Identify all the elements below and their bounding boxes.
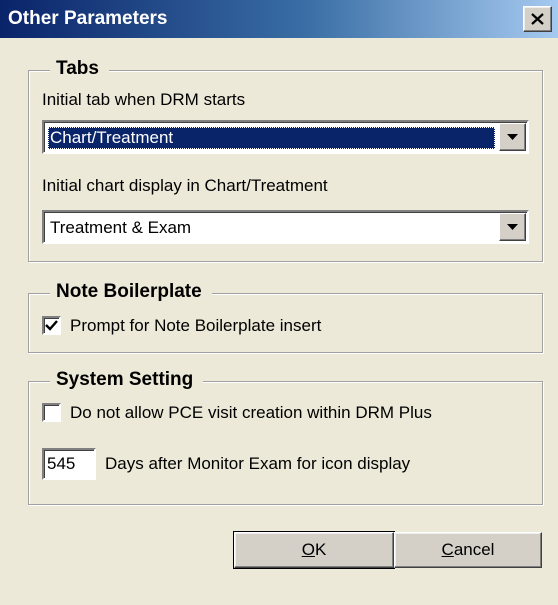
ok-accelerator: O	[301, 540, 315, 559]
monitor-days-input[interactable]: 545	[42, 448, 96, 480]
ok-button[interactable]: OK	[233, 531, 395, 569]
window-title: Other Parameters	[8, 8, 168, 29]
checkmark-icon	[45, 320, 58, 331]
initial-chart-label: Initial chart display in Chart/Treatment	[42, 176, 328, 195]
no-pce-visit-label[interactable]: Do not allow PCE visit creation within D…	[70, 403, 432, 423]
title-bar[interactable]: Other Parameters	[0, 0, 558, 38]
initial-tab-dropdown[interactable]: Chart/Treatment	[42, 120, 529, 154]
initial-tab-label: Initial tab when DRM starts	[42, 90, 246, 109]
cancel-label-rest: ancel	[453, 540, 495, 559]
monitor-days-label: Days after Monitor Exam for icon display	[105, 454, 411, 473]
initial-tab-value: Chart/Treatment	[48, 127, 495, 149]
other-parameters-dialog: Other Parameters Tabs Initial tab when D…	[0, 0, 558, 605]
initial-chart-value: Treatment & Exam	[50, 218, 192, 237]
no-pce-visit-checkbox[interactable]	[42, 403, 61, 422]
initial-chart-dropdown-button[interactable]	[499, 213, 526, 241]
cancel-button[interactable]: Cancel	[394, 532, 542, 568]
initial-tab-dropdown-button[interactable]	[499, 123, 526, 151]
chevron-down-icon	[507, 133, 518, 140]
note-boilerplate-group-title: Note Boilerplate	[50, 281, 212, 303]
prompt-boilerplate-label[interactable]: Prompt for Note Boilerplate insert	[70, 316, 321, 336]
close-icon	[531, 13, 544, 25]
close-button[interactable]	[523, 6, 552, 32]
initial-chart-dropdown[interactable]: Treatment & Exam	[42, 210, 529, 244]
ok-label-rest: K	[314, 540, 327, 559]
prompt-boilerplate-checkbox[interactable]	[42, 316, 61, 335]
tabs-group-title: Tabs	[50, 58, 109, 80]
chevron-down-icon	[507, 223, 518, 230]
system-setting-group-title: System Setting	[50, 369, 204, 391]
system-setting-groupbox	[28, 381, 543, 505]
cancel-accelerator: C	[441, 540, 454, 559]
